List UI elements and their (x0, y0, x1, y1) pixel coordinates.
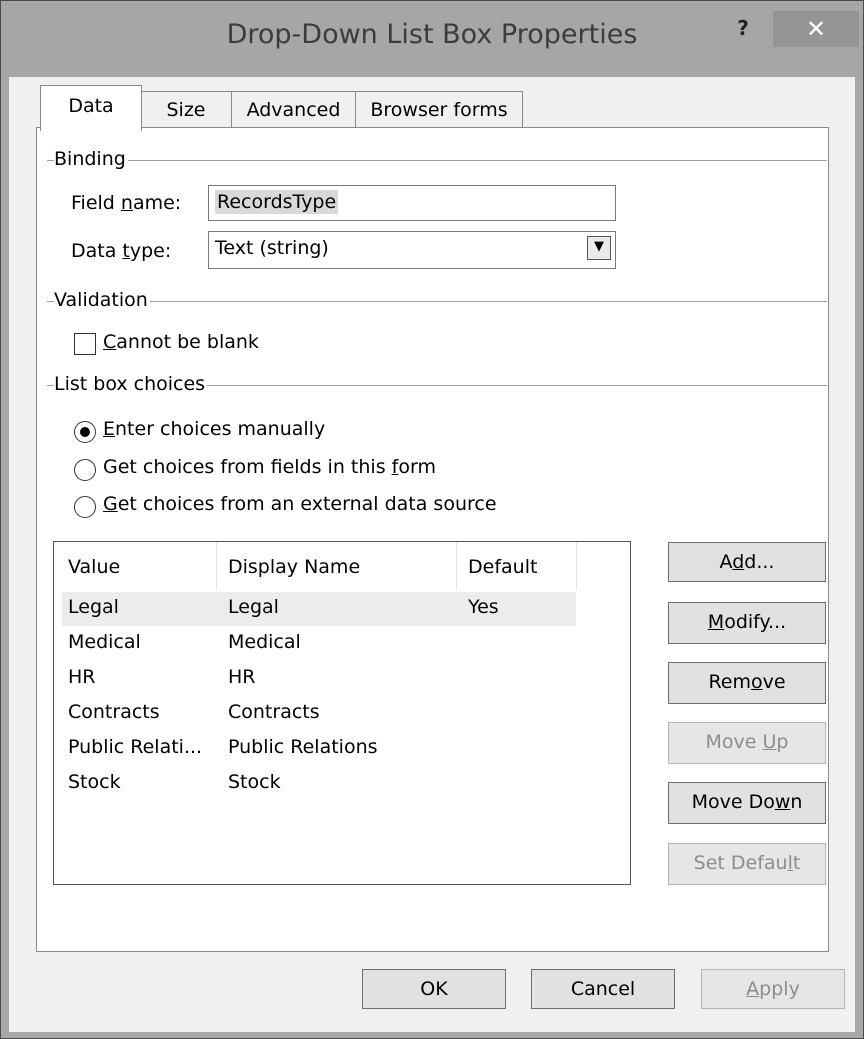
column-header-value[interactable]: Value (68, 556, 120, 578)
radio-external-source[interactable] (74, 496, 96, 518)
apply-button[interactable]: Apply (701, 969, 845, 1009)
close-icon[interactable]: ✕ (806, 15, 826, 43)
list-cell-value: HR (68, 666, 96, 688)
radio-from-fields-label[interactable]: Get choices from fields in this form (103, 456, 436, 478)
column-header-display-name[interactable]: Display Name (228, 556, 360, 578)
radio-external-source-label[interactable]: Get choices from an external data source (103, 493, 497, 515)
radio-selected-dot (80, 427, 90, 437)
radio-enter-manually[interactable] (74, 421, 96, 443)
move-down-button[interactable]: Move Down (668, 782, 826, 824)
column-separator[interactable] (576, 542, 577, 590)
field-name-label: Field name: (71, 192, 182, 214)
list-cell-value: Legal (68, 596, 119, 618)
binding-group-title: Binding (54, 148, 128, 170)
list-cell-value: Contracts (68, 701, 160, 723)
list-cell-display: Stock (228, 771, 281, 793)
data-type-value: Text (string) (215, 237, 329, 259)
dialog-window: Drop-Down List Box Properties ? ✕ Data S… (0, 0, 864, 1039)
validation-group-line (47, 301, 827, 302)
list-row[interactable]: HR HR (62, 662, 576, 696)
column-separator[interactable] (216, 542, 217, 590)
radio-enter-manually-label[interactable]: Enter choices manually (103, 418, 325, 440)
list-cell-default: Yes (468, 596, 499, 618)
list-cell-display: Legal (228, 596, 279, 618)
dialog-client-area: Data Size Advanced Browser forms Binding… (9, 77, 855, 1032)
column-separator[interactable] (456, 542, 457, 590)
list-row[interactable]: Stock Stock (62, 767, 576, 801)
radio-from-fields[interactable] (74, 459, 96, 481)
tab-size[interactable]: Size (140, 91, 232, 129)
modify-button[interactable]: Modify... (668, 602, 826, 644)
list-cell-display: HR (228, 666, 256, 688)
ok-button[interactable]: OK (362, 969, 506, 1009)
list-header: Value Display Name Default (62, 542, 612, 590)
remove-button[interactable]: Remove (668, 662, 826, 704)
help-button[interactable]: ? (723, 13, 763, 43)
tab-browser-forms[interactable]: Browser forms (355, 91, 523, 129)
close-button[interactable]: ✕ (773, 11, 859, 47)
list-cell-display: Contracts (228, 701, 320, 723)
set-default-button[interactable]: Set Default (668, 843, 826, 885)
column-header-default[interactable]: Default (468, 556, 537, 578)
validation-group-title: Validation (54, 289, 150, 311)
data-type-select[interactable]: Text (string) ▼ (208, 231, 616, 269)
tab-advanced[interactable]: Advanced (231, 91, 356, 129)
cannot-be-blank-label[interactable]: Cannot be blank (103, 331, 259, 353)
list-row[interactable]: Legal Legal Yes (62, 592, 576, 626)
list-row[interactable]: Contracts Contracts (62, 697, 576, 731)
add-button[interactable]: Add... (668, 542, 826, 582)
list-cell-value: Medical (68, 631, 141, 653)
title-bar[interactable]: Drop-Down List Box Properties ? ✕ (1, 1, 863, 77)
data-type-label: Data type: (71, 240, 172, 262)
field-name-value: RecordsType (215, 190, 339, 214)
choices-list[interactable]: Value Display Name Default Legal Legal Y… (53, 541, 631, 885)
list-cell-display: Medical (228, 631, 301, 653)
move-up-button[interactable]: Move Up (668, 722, 826, 764)
chevron-down-icon[interactable]: ▼ (587, 236, 611, 260)
binding-group-line (47, 160, 827, 161)
list-choices-group-title: List box choices (54, 373, 208, 395)
list-row[interactable]: Medical Medical (62, 627, 576, 661)
cancel-button[interactable]: Cancel (531, 969, 675, 1009)
tab-data[interactable]: Data (40, 85, 142, 131)
list-cell-value: Public Relati... (68, 736, 203, 758)
cannot-be-blank-checkbox[interactable] (74, 333, 96, 355)
field-name-input[interactable]: RecordsType (208, 185, 616, 221)
list-cell-display: Public Relations (228, 736, 378, 758)
list-cell-value: Stock (68, 771, 121, 793)
list-row[interactable]: Public Relati... Public Relations (62, 732, 576, 766)
